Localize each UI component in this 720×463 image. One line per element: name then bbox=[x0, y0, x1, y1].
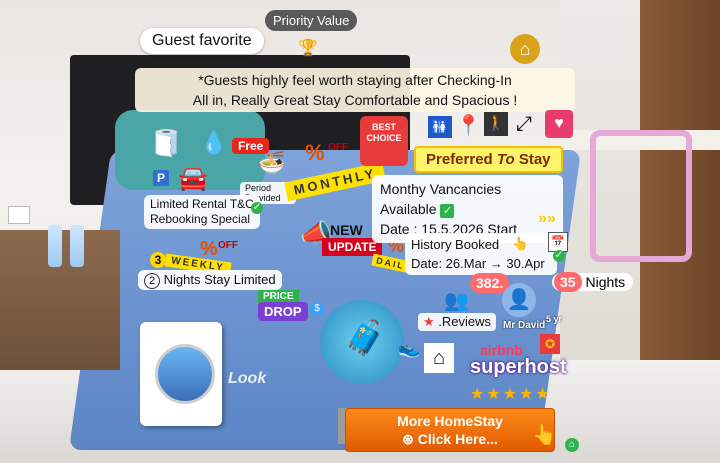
history-box: History Booked Date: 26.Mar → 30.Apr bbox=[405, 233, 557, 275]
price-drop-label: DROP bbox=[258, 302, 308, 321]
check-icon: ✓ bbox=[251, 202, 263, 214]
host-years: 5 yr bbox=[546, 314, 563, 324]
trophy-icon: 🏆 bbox=[298, 40, 318, 57]
nights-stay-limited-label: Nights Stay Limited bbox=[163, 272, 276, 287]
preferred-label: Preferred bbox=[426, 151, 493, 168]
water-bottle bbox=[48, 225, 62, 267]
pointer-hand-icon: 👆 bbox=[512, 236, 529, 251]
banner-line-1: *Guests highly feel worth staying after … bbox=[198, 72, 512, 88]
wall-socket bbox=[8, 206, 30, 224]
off-label: OFF bbox=[218, 240, 238, 251]
nights-stay-limited-box: 2 Nights Stay Limited bbox=[138, 270, 282, 290]
superhost-label: superhost bbox=[470, 356, 567, 378]
history-booked-label: History Booked bbox=[411, 237, 500, 252]
host-name: Mr David bbox=[503, 320, 546, 331]
new-label: NEW bbox=[330, 222, 363, 238]
nights-box: 35 Nights bbox=[552, 272, 634, 292]
more-homestay-button[interactable]: More HomeStay ⊛ Click Here... bbox=[345, 408, 555, 452]
superhost-badge-icon: ✪ bbox=[540, 334, 560, 354]
reviews-label-box: ★ .Reviews bbox=[418, 313, 497, 331]
preferred-to-stay-tag: Preferred To Stay bbox=[414, 146, 563, 173]
pointer-hand-icon: 👆 bbox=[532, 424, 557, 446]
tissue-box-icon: 🧻 bbox=[150, 128, 183, 158]
water-bottles-icon: 💧 bbox=[200, 130, 228, 155]
off-label: OFF bbox=[328, 142, 348, 153]
nights-count: 35 bbox=[554, 272, 582, 292]
water-bottle bbox=[70, 225, 84, 267]
check-icon: ✓ bbox=[553, 250, 565, 262]
car-icon: 🚘 bbox=[178, 165, 208, 192]
watermark: Look bbox=[228, 370, 267, 387]
profile-card bbox=[140, 322, 222, 426]
arrows-icon: ⤢ bbox=[516, 113, 532, 135]
dollar-icon: $ bbox=[310, 302, 324, 316]
percent-off-icon: % bbox=[305, 140, 325, 165]
sneaker-icon: 👟 bbox=[398, 338, 421, 358]
guest-favorite-badge: Guest favorite bbox=[140, 28, 264, 54]
limited-rental-box: Limited Rental T&C Rebooking Special bbox=[144, 195, 260, 229]
toilet-icon: 🚻 bbox=[428, 116, 452, 138]
history-dates: Date: 26.Mar → 30.Apr bbox=[411, 256, 545, 271]
star-rating: ★★★★★ bbox=[470, 386, 552, 403]
home-small-icon: ⌂ bbox=[565, 438, 579, 452]
user-icon: ⊛ bbox=[402, 431, 414, 447]
cta-line-1: More HomeStay bbox=[397, 413, 503, 429]
limited-rental-label: Limited Rental T&C bbox=[150, 197, 254, 211]
rebooking-special-label: Rebooking Special bbox=[150, 212, 251, 226]
guest-favorite-label: Guest favorite bbox=[152, 32, 252, 49]
parking-icon: P bbox=[153, 170, 169, 186]
home-icon: ⌂ bbox=[424, 343, 454, 373]
people-group-icon: 👥 bbox=[444, 290, 469, 312]
walking-icon: 🚶 bbox=[484, 112, 508, 136]
cta-line-2: Click Here... bbox=[417, 431, 498, 447]
percent-off-icon: % bbox=[200, 238, 218, 260]
reviews-count: 382. bbox=[470, 273, 510, 293]
priority-value-badge: Priority Value bbox=[265, 10, 358, 31]
guest-feedback-banner: *Guests highly feel worth staying after … bbox=[135, 68, 575, 112]
vacancy-line-2: Available bbox=[380, 201, 437, 217]
vacancy-line-1: Monthy Vancancies bbox=[380, 181, 502, 197]
best-choice-badge: BEST CHOICE bbox=[360, 116, 408, 166]
calendar-icon: 📅 bbox=[548, 232, 568, 252]
two-badge: 2 bbox=[144, 273, 160, 289]
nights-label: Nights bbox=[585, 274, 626, 290]
suitcase-icon: 🧳 bbox=[344, 319, 387, 357]
stay-label: Stay bbox=[518, 151, 551, 168]
airbnb-gold-badge-icon: ⌂ bbox=[510, 34, 540, 64]
reviews-label: .Reviews bbox=[438, 314, 492, 329]
heart-location-icon: ♥ bbox=[545, 110, 573, 138]
star-icon: ★ bbox=[423, 314, 435, 329]
arrows-right-icon: »» bbox=[538, 210, 556, 227]
pink-chair bbox=[590, 130, 692, 262]
check-icon: ✓ bbox=[440, 204, 455, 218]
banner-line-2: All in, Really Great Stay Comfortable an… bbox=[192, 92, 518, 108]
host-photo-icon bbox=[155, 344, 215, 404]
host-avatar-icon: 👤 bbox=[502, 283, 536, 317]
food-icon: 🍜 bbox=[258, 150, 286, 175]
map-pin-icon: 📍 bbox=[456, 115, 481, 137]
to-label: To bbox=[496, 151, 515, 168]
